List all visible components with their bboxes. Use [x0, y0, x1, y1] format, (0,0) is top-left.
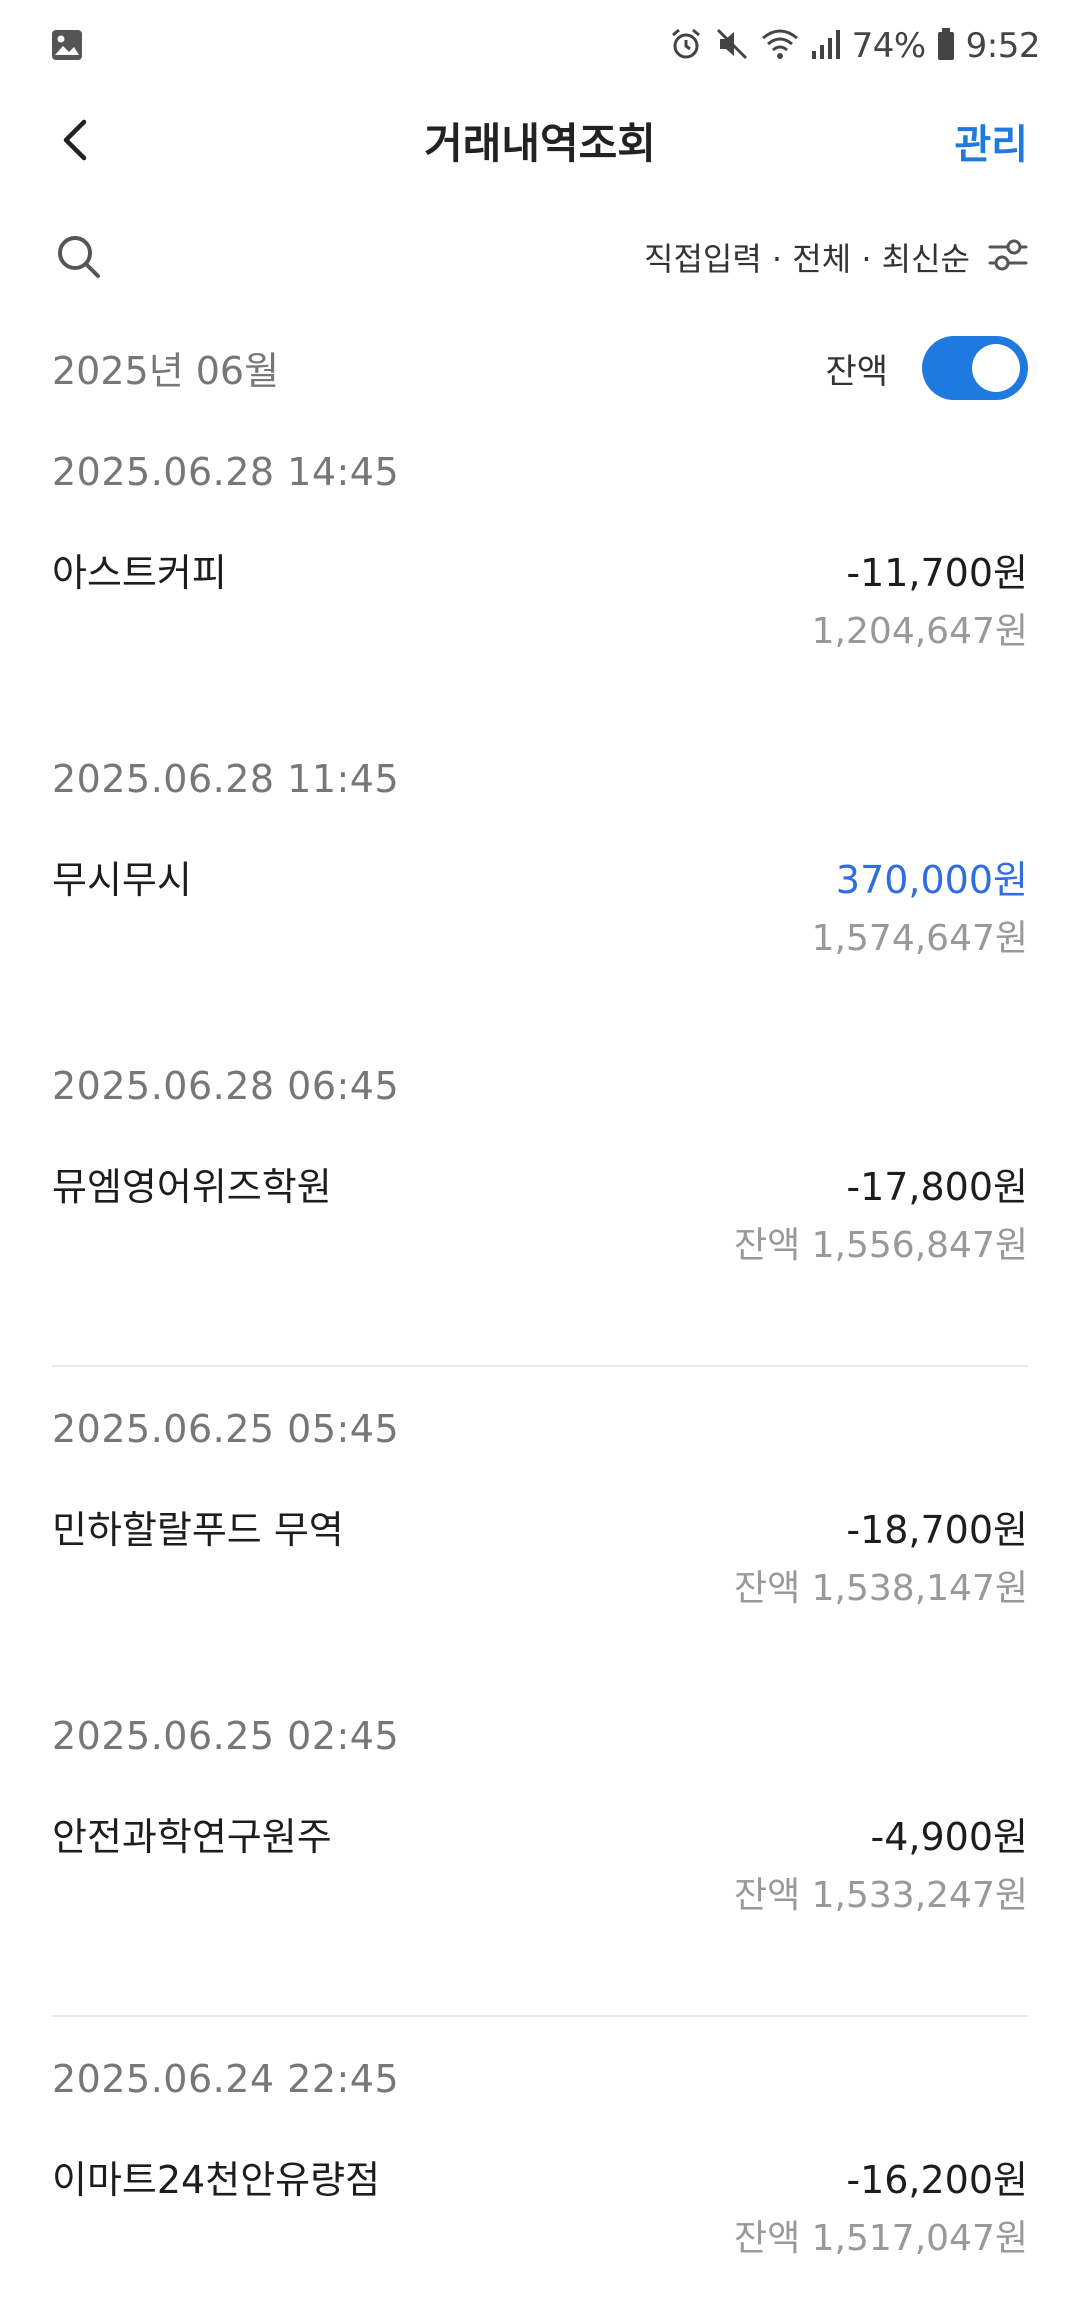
filter-summary: 직접입력 · 전체 · 최신순 [644, 240, 970, 278]
search-icon [52, 236, 106, 288]
transaction-amount: -16,200원 [846, 2158, 1028, 2202]
transaction-amount: -18,700원 [846, 1508, 1028, 1552]
battery-icon [936, 27, 956, 65]
transaction-item[interactable]: 2025.06.24 22:45 이마트24천안유량점 -16,200원 잔액 … [0, 2017, 1080, 2324]
transaction-datetime: 2025.06.25 02:45 [52, 1714, 400, 1758]
balance-toggle-label: 잔액 [825, 352, 888, 392]
transaction-amount: -17,800원 [846, 1165, 1028, 1209]
transaction-merchant: 뮤엠영어위즈학원 [52, 1165, 332, 1209]
transaction-item[interactable]: 2025.06.28 14:45 아스트커피 -11,700원 1,204,64… [0, 410, 1080, 717]
transaction-amount: -11,700원 [846, 551, 1028, 595]
filter-row: 직접입력 · 전체 · 최신순 [0, 222, 1080, 292]
transaction-item[interactable]: 2025.06.25 05:45 민하할랄푸드 무역 -18,700원 잔액 1… [0, 1367, 1080, 1674]
status-bar: 74% 9:52 [0, 0, 1080, 92]
wifi-icon [760, 26, 800, 66]
transaction-datetime: 2025.06.28 06:45 [52, 1064, 400, 1108]
page-title: 거래내역조회 [424, 119, 656, 168]
alarm-icon [668, 26, 704, 66]
filter-button[interactable]: 직접입력 · 전체 · 최신순 [644, 232, 1030, 282]
month-label: 2025년 06월 [52, 349, 280, 393]
month-row: 2025년 06월 잔액 [0, 330, 1080, 410]
transaction-item[interactable]: 2025.06.28 06:45 뮤엠영어위즈학원 -17,800원 잔액 1,… [0, 1024, 1080, 1331]
signal-icon [810, 27, 842, 65]
clock: 9:52 [965, 26, 1041, 66]
app-header: 거래내역조회 관리 [0, 92, 1080, 192]
transaction-merchant: 이마트24천안유량점 [52, 2158, 381, 2202]
transaction-merchant: 아스트커피 [52, 551, 227, 595]
transaction-datetime: 2025.06.28 11:45 [52, 757, 400, 801]
transaction-datetime: 2025.06.28 14:45 [52, 450, 400, 494]
transaction-merchant: 무시무시 [52, 858, 192, 902]
transaction-balance: 잔액 1,533,247원 [733, 1875, 1028, 1916]
battery-percent: 74% [851, 26, 927, 66]
manage-button[interactable]: 관리 [954, 112, 1028, 170]
filter-sliders-icon [986, 233, 1030, 281]
status-icons: 74% 9:52 [668, 24, 1041, 68]
transaction-datetime: 2025.06.25 05:45 [52, 1407, 400, 1451]
transaction-list: 2025.06.28 14:45 아스트커피 -11,700원 1,204,64… [0, 410, 1080, 2324]
search-button[interactable] [52, 230, 106, 284]
transaction-item[interactable]: 2025.06.25 02:45 안전과학연구원주 -4,900원 잔액 1,5… [0, 1674, 1080, 1981]
transaction-datetime: 2025.06.24 22:45 [52, 2057, 400, 2101]
mute-icon [714, 26, 750, 66]
transaction-item[interactable]: 2025.06.28 11:45 무시무시 370,000원 1,574,647… [0, 717, 1080, 1024]
transaction-balance: 1,574,647원 [811, 918, 1028, 959]
balance-toggle[interactable] [922, 336, 1028, 400]
gallery-icon [50, 28, 84, 66]
transaction-balance: 잔액 1,538,147원 [733, 1568, 1028, 1609]
transaction-amount: -4,900원 [870, 1815, 1028, 1859]
transaction-balance: 잔액 1,517,047원 [733, 2218, 1028, 2259]
transaction-merchant: 안전과학연구원주 [52, 1815, 332, 1859]
toggle-knob [972, 344, 1020, 392]
transaction-merchant: 민하할랄푸드 무역 [52, 1508, 344, 1552]
transaction-balance: 잔액 1,556,847원 [733, 1225, 1028, 1266]
transaction-amount: 370,000원 [835, 858, 1028, 902]
transaction-balance: 1,204,647원 [811, 611, 1028, 652]
